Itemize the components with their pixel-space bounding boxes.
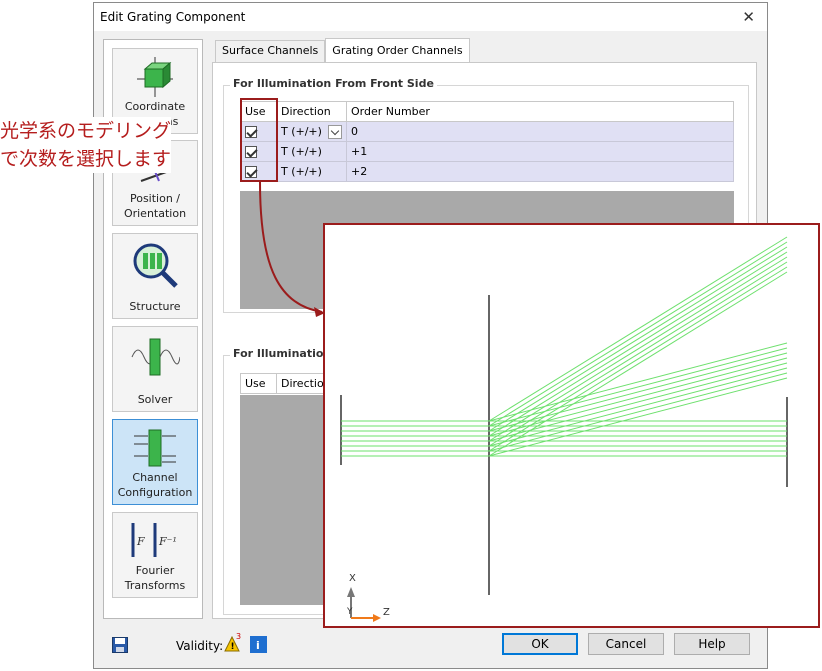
annotation-line: 光学系のモデリング [0, 120, 172, 142]
window-title: Edit Grating Component [100, 10, 246, 24]
front-channels-table: Use Direction Order Number T (+/+) 0 T (… [240, 101, 734, 182]
ray [488, 352, 788, 432]
front-side-title: For Illumination From Front Side [230, 77, 437, 90]
back-side-title: For Illumination [230, 347, 335, 360]
sidebar-item-fourier-transforms[interactable]: F F⁻¹ Fourier Transforms [112, 512, 198, 598]
table-row[interactable]: T (+/+) 0 [240, 121, 734, 142]
axis-z-label: Z [383, 607, 390, 618]
ray-trace-plot: X Y Z [323, 223, 820, 628]
title-bar: Edit Grating Component ✕ [94, 3, 767, 31]
fourier-transform-icon: F F⁻¹ [131, 523, 177, 557]
ray [488, 251, 788, 437]
channel-configuration-icon [134, 429, 176, 467]
sidebar-item-solver[interactable]: Solver [112, 326, 198, 412]
svg-text:!: ! [231, 642, 235, 652]
tab-bar: Surface Channels Grating Order Channels [215, 38, 470, 62]
ray [488, 261, 788, 447]
ray [488, 266, 788, 452]
sidebar-item-label: Position / Orientation [123, 192, 187, 220]
annotation-line: で次数を選択します [0, 148, 172, 170]
ray [488, 362, 788, 442]
order-number-value[interactable]: +2 [346, 161, 734, 182]
ray-trace-canvas: X Y Z [340, 236, 788, 622]
sidebar-item-label: Solver [137, 393, 173, 406]
order-number-value[interactable]: +1 [346, 141, 734, 162]
ray [488, 236, 788, 422]
ray [488, 246, 788, 432]
sidebar-item-structure[interactable]: Structure [112, 233, 198, 319]
warning-count: 3 [236, 632, 242, 641]
ray [488, 342, 788, 422]
direction-value[interactable]: T (+/+) [276, 161, 347, 182]
ray [488, 256, 788, 442]
ray [488, 377, 788, 457]
ray [488, 367, 788, 447]
sidebar-item-channel-configuration[interactable]: Channel Configuration [112, 419, 198, 505]
solver-icon [131, 338, 180, 376]
validity-label: Validity: [176, 639, 224, 653]
tab-grating-order-channels[interactable]: Grating Order Channels [325, 38, 470, 62]
help-button[interactable]: Help [674, 633, 750, 655]
ray-bundle [341, 236, 788, 457]
sidebar-item-label: Structure [129, 300, 181, 313]
table-row[interactable]: T (+/+) +1 [240, 141, 734, 162]
column-order-number: Order Number [346, 101, 734, 122]
axis-y-label: Y [346, 607, 353, 617]
table-row[interactable]: T (+/+) +2 [240, 161, 734, 182]
column-use: Use [240, 373, 277, 394]
save-icon[interactable] [112, 637, 128, 653]
column-direction: Direction [276, 101, 347, 122]
ray [488, 357, 788, 437]
svg-text:i: i [256, 639, 260, 652]
sidebar-item-label: Channel Configuration [117, 471, 193, 499]
ok-button[interactable]: OK [502, 633, 578, 655]
direction-value[interactable]: T (+/+) [276, 141, 347, 162]
dialog-footer: Validity: ! 3 i OK Cancel Help [94, 623, 767, 669]
close-icon[interactable]: ✕ [742, 8, 755, 26]
info-icon[interactable]: i [250, 636, 267, 653]
chevron-down-icon[interactable] [327, 124, 342, 139]
annotation-callout: 光学系のモデリング で次数を選択します [0, 117, 172, 173]
sidebar-item-label: Fourier Transforms [124, 564, 186, 592]
highlight-box [240, 98, 278, 182]
tab-surface-channels[interactable]: Surface Channels [215, 40, 326, 62]
annotation-arrow [259, 181, 325, 317]
ray [488, 271, 788, 457]
ray [488, 372, 788, 452]
ray [488, 241, 788, 427]
cancel-button[interactable]: Cancel [588, 633, 664, 655]
direction-value: T (+/+) [281, 124, 322, 138]
ray [488, 347, 788, 427]
axis-x-label: X [349, 573, 356, 584]
order-number-value[interactable]: 0 [346, 121, 734, 142]
structure-magnifier-icon [133, 243, 178, 288]
svg-text:F: F [136, 535, 145, 548]
coordinate-cube-icon [137, 57, 173, 97]
svg-text:F⁻¹: F⁻¹ [158, 535, 177, 548]
table-header: Use Direction Order Number [240, 101, 734, 122]
